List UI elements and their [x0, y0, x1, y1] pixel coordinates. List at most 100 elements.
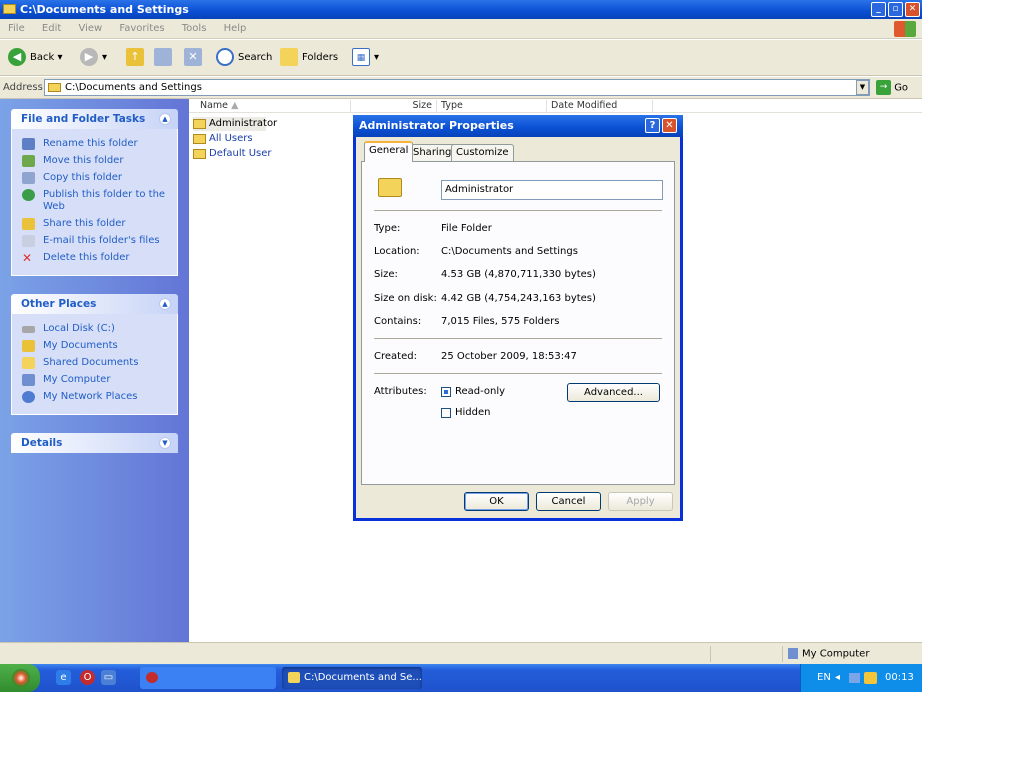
column-name[interactable]: Name ▲ [196, 100, 351, 113]
hidden-label[interactable]: Hidden [455, 407, 490, 418]
local-disk-link[interactable]: Local Disk (C:) [22, 323, 177, 335]
forward-arrow-icon: ▶ [80, 48, 98, 66]
maximize-button[interactable]: ▫ [888, 2, 903, 17]
status-bar: My Computer [0, 642, 922, 664]
tray-expand-icon[interactable]: ◂ [835, 664, 840, 692]
type-value: File Folder [441, 223, 492, 234]
clock[interactable]: 00:13 [885, 664, 914, 692]
taskbar-task-opera[interactable] [140, 667, 276, 689]
share-folder-link[interactable]: Share this folder [22, 218, 177, 230]
toolbar: ◀ Back ▾ ▶ ▾ ↑ ✕ Search Folders ▦ ▾ [0, 40, 922, 76]
apply-button[interactable]: Apply [608, 492, 673, 511]
windows-logo-icon [894, 21, 916, 37]
show-desktop-icon[interactable]: ▭ [101, 670, 116, 685]
tab-sharing[interactable]: Sharing [408, 144, 457, 161]
help-button[interactable]: ? [645, 118, 660, 133]
ie-icon[interactable]: e [56, 670, 71, 685]
folders-button[interactable]: Folders [280, 48, 338, 68]
column-type[interactable]: Type [437, 100, 547, 113]
menu-file[interactable]: File [8, 19, 25, 39]
go-button[interactable]: → Go [876, 80, 908, 97]
close-button[interactable]: ✕ [905, 2, 920, 17]
readonly-label[interactable]: Read-only [455, 386, 505, 397]
shared-documents-link[interactable]: Shared Documents [22, 357, 177, 369]
back-button[interactable]: ◀ Back ▾ [8, 48, 62, 68]
my-computer-link[interactable]: My Computer [22, 374, 177, 386]
views-button[interactable]: ▦ ▾ [352, 48, 379, 68]
readonly-checkbox[interactable] [441, 387, 451, 397]
expand-chevron-icon[interactable]: ▼ [159, 437, 171, 449]
file-row-administrator[interactable]: Administrator [193, 117, 277, 131]
windows-orb-icon [12, 669, 30, 687]
menu-tools[interactable]: Tools [182, 19, 207, 39]
sort-ascending-icon: ▲ [231, 100, 239, 111]
collapse-chevron-icon[interactable]: ▲ [159, 298, 171, 310]
menu-view[interactable]: View [78, 19, 102, 39]
menu-bar: File Edit View Favorites Tools Help [0, 19, 922, 39]
size-on-disk-value: 4.42 GB (4,754,243,163 bytes) [441, 293, 596, 304]
hidden-checkbox[interactable] [441, 408, 451, 418]
tab-general[interactable]: General [364, 141, 414, 162]
panel-header[interactable]: Details ▼ [11, 433, 178, 453]
menu-help[interactable]: Help [224, 19, 247, 39]
contains-value: 7,015 Files, 575 Folders [441, 316, 560, 327]
address-dropdown-button[interactable]: ▼ [856, 80, 869, 95]
column-size[interactable]: Size [351, 100, 437, 113]
search-button[interactable]: Search [216, 48, 272, 68]
go-arrow-icon: → [876, 80, 891, 95]
panel-header[interactable]: Other Places ▲ [11, 294, 178, 314]
general-tab-panel: Administrator Type: File Folder Location… [361, 161, 675, 485]
address-input[interactable]: C:\Documents and Settings [44, 79, 870, 96]
column-date-modified[interactable]: Date Modified [547, 100, 653, 113]
type-label: Type: [374, 223, 401, 234]
my-network-places-link[interactable]: My Network Places [22, 391, 177, 403]
size-value: 4.53 GB (4,870,711,330 bytes) [441, 269, 596, 280]
dialog-titlebar[interactable]: Administrator Properties ? ✕ [353, 115, 683, 137]
publish-web-link[interactable]: Publish this folder to the Web [22, 189, 177, 213]
system-tray: EN ◂ 00:13 [800, 664, 922, 692]
file-row-all-users[interactable]: All Users [193, 132, 253, 146]
forward-button[interactable]: ▶ ▾ [80, 48, 107, 68]
size-label: Size: [374, 269, 398, 280]
task-pane: File and Folder Tasks ▲ Rename this fold… [0, 99, 189, 642]
dialog-close-button[interactable]: ✕ [662, 118, 677, 133]
menu-edit[interactable]: Edit [42, 19, 61, 39]
collapse-chevron-icon[interactable]: ▲ [159, 113, 171, 125]
window-titlebar[interactable]: C:\Documents and Settings _ ▫ ✕ [0, 0, 922, 19]
ok-button[interactable]: OK [464, 492, 529, 511]
dialog-title: Administrator Properties [359, 119, 514, 132]
folder-name-input[interactable]: Administrator [441, 180, 663, 200]
panel-header[interactable]: File and Folder Tasks ▲ [11, 109, 178, 129]
menu-favorites[interactable]: Favorites [119, 19, 164, 39]
tab-customize[interactable]: Customize [451, 144, 514, 161]
details-panel: Details ▼ [11, 433, 178, 453]
copy-icon [22, 172, 35, 184]
language-indicator[interactable]: EN [817, 664, 831, 692]
delete-icon: ✕ [184, 48, 202, 66]
move-folder-link[interactable]: Move this folder [22, 155, 177, 167]
copy-folder-link[interactable]: Copy this folder [22, 172, 177, 184]
email-icon [22, 235, 35, 247]
taskbar-task-explorer[interactable]: C:\Documents and Se... [282, 667, 422, 689]
folder-icon [378, 178, 402, 197]
rename-folder-link[interactable]: Rename this folder [22, 138, 177, 150]
delete-folder-link[interactable]: ✕ Delete this folder [22, 252, 177, 264]
cancel-button[interactable]: Cancel [536, 492, 601, 511]
network-tray-icon[interactable] [849, 673, 860, 683]
computer-icon [788, 648, 798, 659]
file-row-default-user[interactable]: Default User [193, 147, 272, 161]
advanced-button[interactable]: Advanced... [567, 383, 660, 402]
opera-icon[interactable]: O [80, 670, 95, 685]
created-label: Created: [374, 351, 417, 362]
minimize-button[interactable]: _ [871, 2, 886, 17]
my-documents-link[interactable]: My Documents [22, 340, 177, 352]
up-folder-button[interactable]: ↑ [126, 48, 148, 68]
start-button[interactable] [0, 664, 40, 692]
security-tray-icon[interactable] [864, 672, 877, 684]
search-icon [216, 48, 234, 66]
email-files-link[interactable]: E-mail this folder's files [22, 235, 177, 247]
other-places-panel: Other Places ▲ Local Disk (C:) My Docume… [11, 294, 178, 415]
move-to-button[interactable] [154, 48, 176, 68]
delete-toolbar-button[interactable]: ✕ [184, 48, 206, 68]
taskbar: e O ▭ C:\Documents and Se... EN ◂ 00:13 [0, 664, 922, 692]
